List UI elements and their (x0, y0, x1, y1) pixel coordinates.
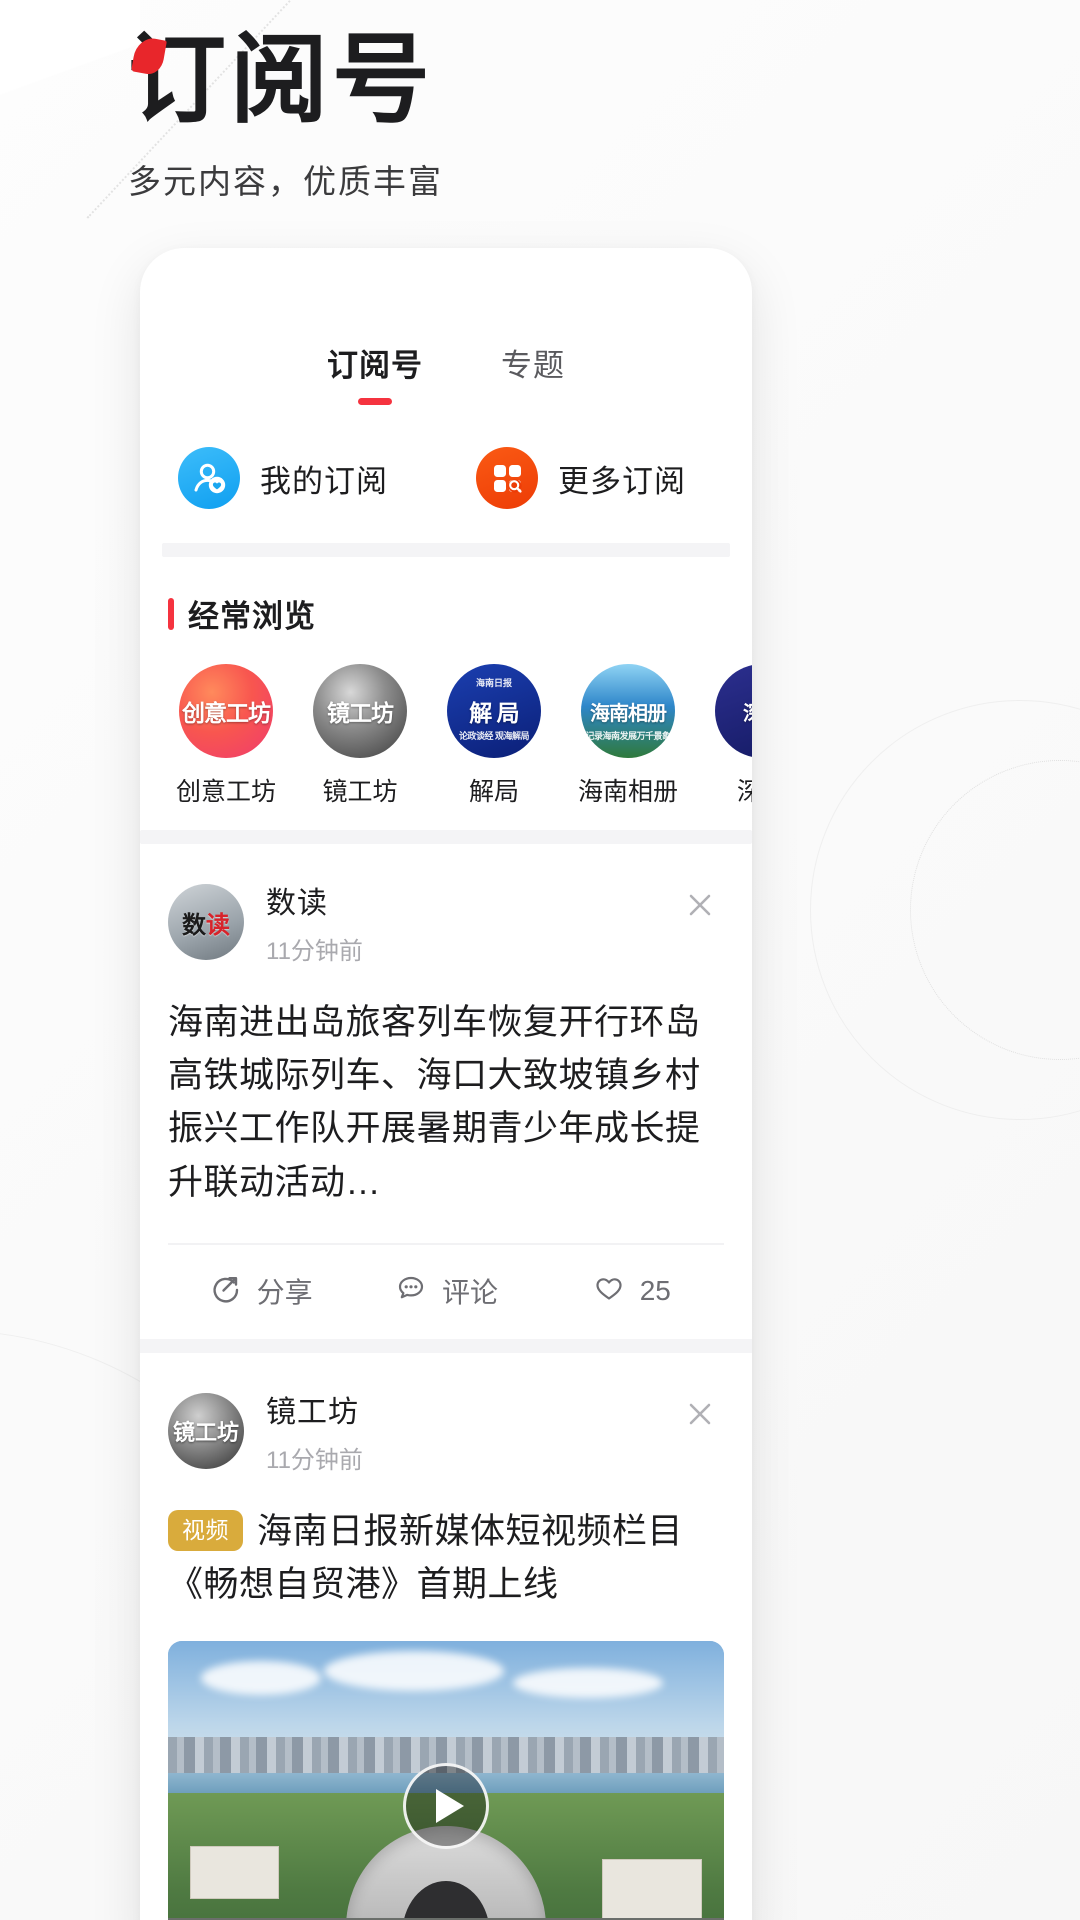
page-header: 订阅号 多元内容，优质丰富 (128, 30, 828, 203)
thumbnail-cloud (323, 1651, 504, 1692)
post-timestamp: 11分钟前 (266, 1446, 363, 1474)
page-root: 订阅号 多元内容，优质丰富 订阅号 专题 我的订阅 更多订阅 经常浏览 创意工坊… (0, 0, 1080, 1920)
tab-bar: 订阅号 专题 (140, 248, 752, 405)
feed-post[interactable]: 镜工坊 镜工坊 11分钟前 视频 海南日报新媒体短视频栏目《畅想自贸港》首期上线 (168, 1353, 724, 1920)
page-title-wrap: 订阅号 (128, 30, 434, 133)
feed-post[interactable]: 数读 数读 11分钟前 海南进出岛旅客列车恢复开行环岛高铁城际列车、海口大致坡镇… (168, 844, 724, 1339)
share-button[interactable]: 分享 (168, 1271, 353, 1311)
account-item[interactable]: 海南日报 解 局 论政谈经 观海解局 解局 (442, 664, 546, 808)
account-name: 镜工坊 (322, 778, 398, 806)
post-account-name: 镜工坊 (266, 1395, 359, 1429)
tab-topics-label: 专题 (501, 348, 565, 383)
section-separator-1 (162, 543, 730, 557)
account-avatar: 镜工坊 (313, 664, 407, 758)
account-avatar: 海南日报 解 局 论政谈经 观海解局 (447, 664, 541, 758)
account-avatar-text: 创意工坊 (182, 700, 271, 726)
account-avatar: 深在 (715, 664, 752, 758)
user-heart-icon (178, 447, 240, 509)
tab-subscriptions[interactable]: 订阅号 (327, 340, 423, 405)
account-item[interactable]: 创意工坊 创意工坊 (174, 664, 278, 808)
grid-search-icon (476, 447, 538, 509)
more-subscriptions-label: 更多订阅 (558, 463, 686, 499)
quick-actions-row: 我的订阅 更多订阅 (140, 405, 752, 509)
phone-mockup: 订阅号 专题 我的订阅 更多订阅 经常浏览 创意工坊 创意工坊 镜工坊 镜工坊 … (140, 248, 752, 1920)
page-subtitle: 多元内容，优质丰富 (128, 162, 443, 200)
post-avatar-text: 镜工坊 (172, 1419, 239, 1445)
thumbnail-building (601, 1858, 702, 1920)
account-item[interactable]: 深在 深在 (710, 664, 752, 808)
tab-subscriptions-label: 订阅号 (327, 348, 423, 383)
post-account-avatar[interactable]: 数读 (168, 884, 244, 960)
account-avatar-top-text: 海南日报 (475, 678, 512, 688)
post-header: 数读 数读 11分钟前 (168, 844, 724, 966)
thumbnail-cloud (512, 1667, 663, 1698)
like-button[interactable]: 25 (539, 1271, 724, 1310)
tab-topics[interactable]: 专题 (501, 340, 565, 385)
account-avatar-sub-text: 论政谈经 观海解局 (458, 731, 530, 741)
like-count: 25 (639, 1274, 671, 1306)
post-timestamp: 11分钟前 (266, 938, 363, 965)
section-accent-bar (168, 597, 174, 630)
page-title: 订阅号 (128, 27, 435, 135)
post-divider (140, 1338, 752, 1353)
close-icon[interactable] (680, 885, 720, 925)
video-badge: 视频 (168, 1509, 243, 1551)
post-account-avatar[interactable]: 镜工坊 (168, 1392, 244, 1469)
account-avatar: 海南相册 记录海南发展万千景象 (581, 664, 675, 758)
account-avatar-text: 镜工坊 (327, 700, 394, 726)
account-item[interactable]: 海南相册 记录海南发展万千景象 海南相册 (576, 664, 680, 808)
frequent-section-header: 经常浏览 (140, 557, 752, 636)
account-item[interactable]: 镜工坊 镜工坊 (308, 664, 412, 808)
post-meta: 镜工坊 11分钟前 (266, 1387, 363, 1475)
section-separator-2 (140, 830, 752, 844)
account-avatar: 创意工坊 (179, 664, 273, 758)
my-subscriptions-label: 我的订阅 (260, 463, 388, 499)
account-avatar-text: 深在 (743, 697, 752, 726)
thumbnail-cloud (201, 1660, 322, 1695)
video-thumbnail[interactable] (168, 1641, 724, 1920)
feed-list: 数读 数读 11分钟前 海南进出岛旅客列车恢复开行环岛高铁城际列车、海口大致坡镇… (140, 844, 752, 1920)
frequent-section-title: 经常浏览 (188, 599, 316, 634)
post-text: 海南日报新媒体短视频栏目《畅想自贸港》首期上线 (168, 1511, 684, 1604)
account-avatar-text: 解 局 (469, 700, 519, 726)
account-name: 解局 (468, 778, 519, 806)
thumbnail-building (190, 1845, 280, 1899)
post-action-bar: 分享 评论 25 (168, 1242, 724, 1339)
post-account-name: 数读 (266, 887, 328, 920)
frequent-accounts-row[interactable]: 创意工坊 创意工坊 镜工坊 镜工坊 海南日报 解 局 论政谈经 观海解局 解局 (140, 636, 752, 830)
close-icon[interactable] (680, 1394, 720, 1434)
account-avatar-sub-text: 记录海南发展万千景象 (585, 731, 671, 741)
post-text: 海南进出岛旅客列车恢复开行环岛高铁城际列车、海口大致坡镇乡村振兴工作队开展暑期青… (168, 1003, 701, 1202)
post-header: 镜工坊 镜工坊 11分钟前 (168, 1353, 724, 1475)
comment-icon (394, 1271, 428, 1310)
account-avatar-text: 海南相册 (590, 702, 667, 725)
more-subscriptions-button[interactable]: 更多订阅 (454, 447, 752, 509)
heart-icon (592, 1271, 626, 1310)
account-name: 创意工坊 (175, 778, 276, 806)
my-subscriptions-button[interactable]: 我的订阅 (140, 447, 454, 509)
account-name: 海南相册 (577, 778, 678, 806)
post-meta: 数读 11分钟前 (266, 878, 363, 966)
share-icon (209, 1271, 243, 1310)
play-icon[interactable] (403, 1763, 489, 1850)
share-label: 分享 (256, 1276, 313, 1308)
post-text-wrap: 视频 海南日报新媒体短视频栏目《畅想自贸港》首期上线 (168, 1505, 724, 1611)
comment-button[interactable]: 评论 (353, 1271, 538, 1311)
post-avatar-text: 数读 (182, 911, 230, 939)
account-name: 深在 (736, 778, 752, 806)
tab-active-indicator (358, 398, 392, 405)
comment-label: 评论 (441, 1276, 498, 1308)
